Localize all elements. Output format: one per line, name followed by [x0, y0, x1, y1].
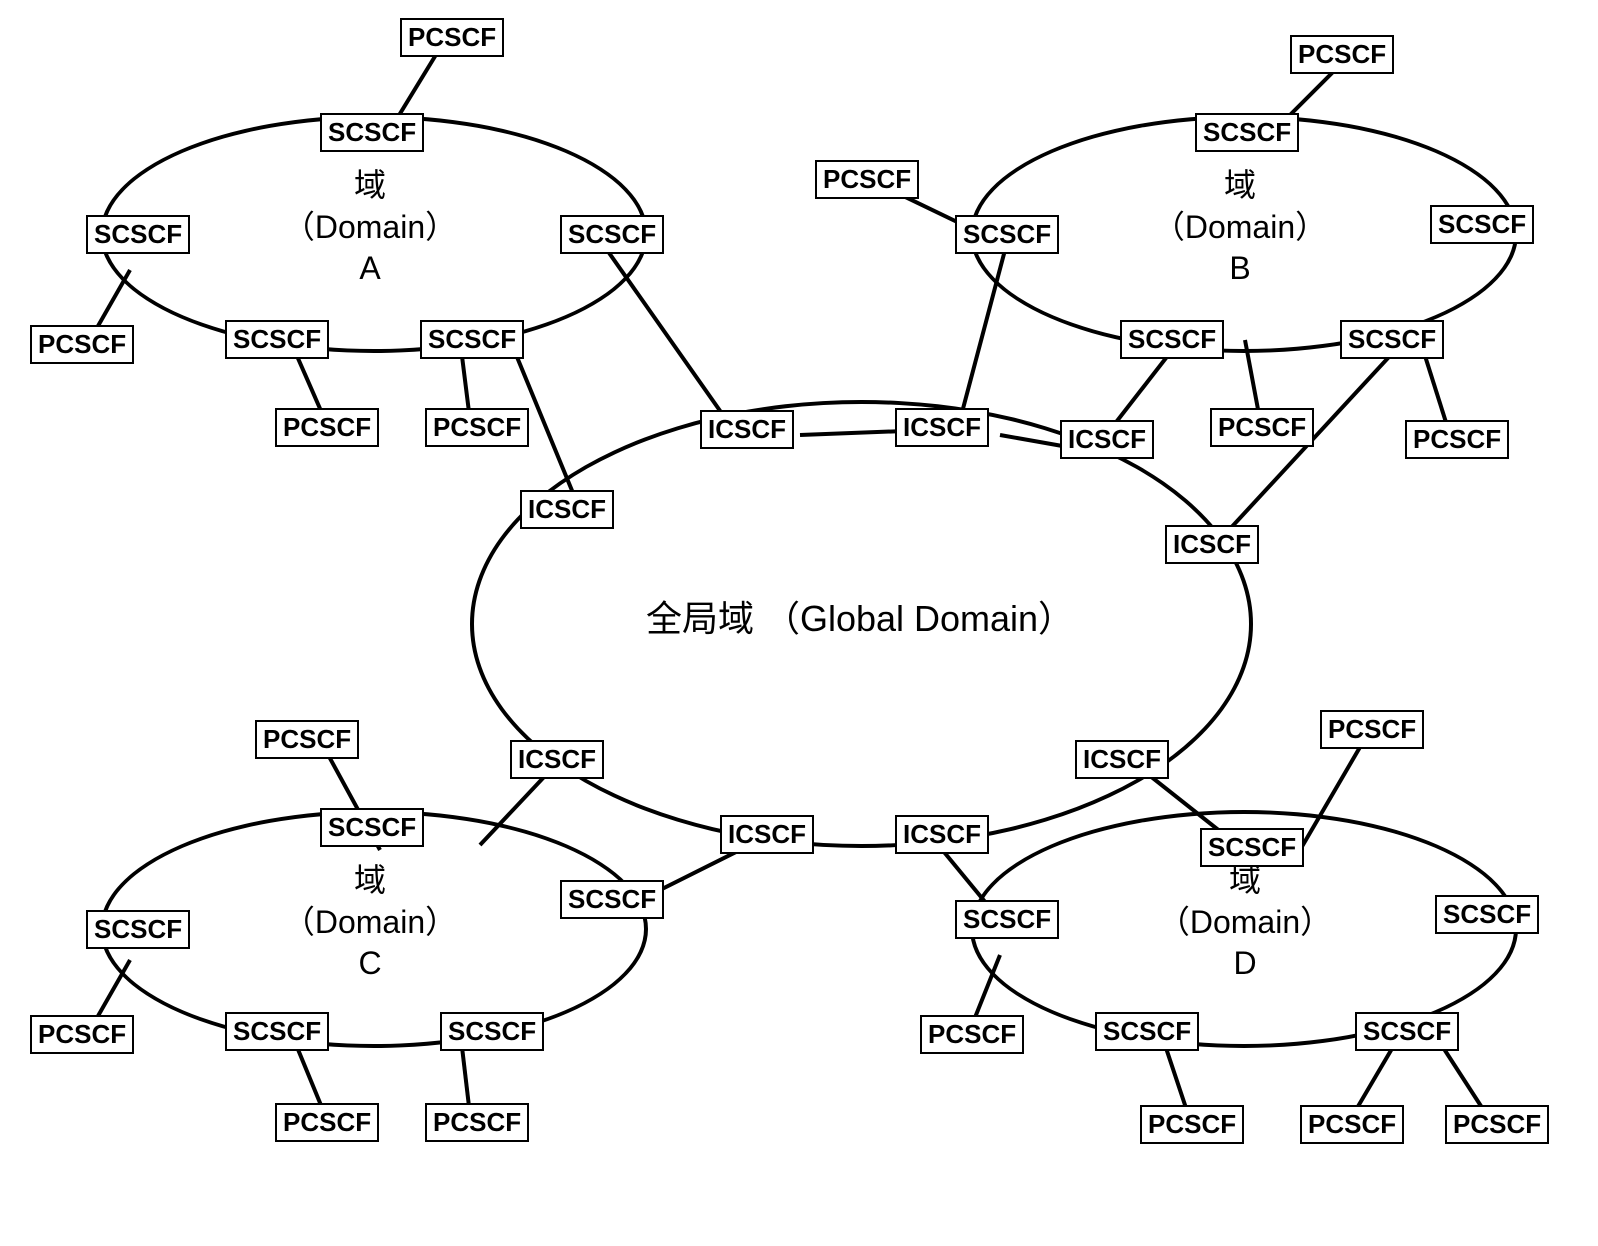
pcscf-node: PCSCF [815, 160, 919, 199]
pcscf-node: PCSCF [1290, 35, 1394, 74]
domain-b-line2: （Domain） [1153, 209, 1327, 245]
pcscf-node: PCSCF [30, 325, 134, 364]
domain-a-line1: 域 [354, 167, 386, 203]
scscf-node: SCSCF [86, 215, 190, 254]
icscf-node: ICSCF [895, 408, 989, 447]
icscf-node: ICSCF [1060, 420, 1154, 459]
domain-c-line1: 域 [354, 862, 386, 898]
scscf-node: SCSCF [1120, 320, 1224, 359]
icscf-node: ICSCF [1075, 740, 1169, 779]
pcscf-node: PCSCF [1300, 1105, 1404, 1144]
icscf-node: ICSCF [720, 815, 814, 854]
icscf-node: ICSCF [520, 490, 614, 529]
domain-a-line2: （Domain） [283, 209, 457, 245]
domain-d-line3: D [1233, 945, 1256, 981]
scscf-node: SCSCF [1430, 205, 1534, 244]
scscf-node: SCSCF [86, 910, 190, 949]
pcscf-node: PCSCF [255, 720, 359, 759]
diagram-canvas: 全局域 （Global Domain） ICSCF ICSCF ICSCF IC… [0, 0, 1598, 1246]
domain-a-line3: A [359, 250, 380, 286]
scscf-node: SCSCF [440, 1012, 544, 1051]
scscf-node: SCSCF [1095, 1012, 1199, 1051]
pcscf-node: PCSCF [30, 1015, 134, 1054]
pcscf-node: PCSCF [1405, 420, 1509, 459]
scscf-node: SCSCF [1200, 828, 1304, 867]
pcscf-node: PCSCF [275, 1103, 379, 1142]
global-domain-label: 全局域 （Global Domain） [600, 590, 1120, 642]
pcscf-node: PCSCF [1320, 710, 1424, 749]
domain-d-label: 域 （Domain） D [1135, 860, 1355, 985]
icscf-node: ICSCF [895, 815, 989, 854]
scscf-node: SCSCF [560, 880, 664, 919]
domain-b-line1: 域 [1224, 167, 1256, 203]
domain-b-label: 域 （Domain） B [1130, 165, 1350, 290]
icscf-node: ICSCF [1165, 525, 1259, 564]
pcscf-node: PCSCF [425, 1103, 529, 1142]
domain-a-label: 域 （Domain） A [260, 165, 480, 290]
scscf-node: SCSCF [320, 113, 424, 152]
pcscf-node: PCSCF [1140, 1105, 1244, 1144]
pcscf-node: PCSCF [1210, 408, 1314, 447]
domain-d-line2: （Domain） [1158, 904, 1332, 940]
domain-c-line2: （Domain） [283, 904, 457, 940]
pcscf-node: PCSCF [400, 18, 504, 57]
scscf-node: SCSCF [320, 808, 424, 847]
pcscf-node: PCSCF [275, 408, 379, 447]
domain-d-line1: 域 [1229, 862, 1261, 898]
domain-b-line3: B [1229, 250, 1250, 286]
scscf-node: SCSCF [1195, 113, 1299, 152]
pcscf-node: PCSCF [920, 1015, 1024, 1054]
scscf-node: SCSCF [1340, 320, 1444, 359]
scscf-node: SCSCF [955, 215, 1059, 254]
domain-c-label: 域 （Domain） C [260, 860, 480, 985]
scscf-node: SCSCF [225, 1012, 329, 1051]
icscf-node: ICSCF [510, 740, 604, 779]
scscf-node: SCSCF [955, 900, 1059, 939]
scscf-node: SCSCF [1355, 1012, 1459, 1051]
domain-c-line3: C [358, 945, 381, 981]
scscf-node: SCSCF [225, 320, 329, 359]
icscf-node: ICSCF [700, 410, 794, 449]
scscf-node: SCSCF [420, 320, 524, 359]
scscf-node: SCSCF [560, 215, 664, 254]
pcscf-node: PCSCF [425, 408, 529, 447]
pcscf-node: PCSCF [1445, 1105, 1549, 1144]
scscf-node: SCSCF [1435, 895, 1539, 934]
